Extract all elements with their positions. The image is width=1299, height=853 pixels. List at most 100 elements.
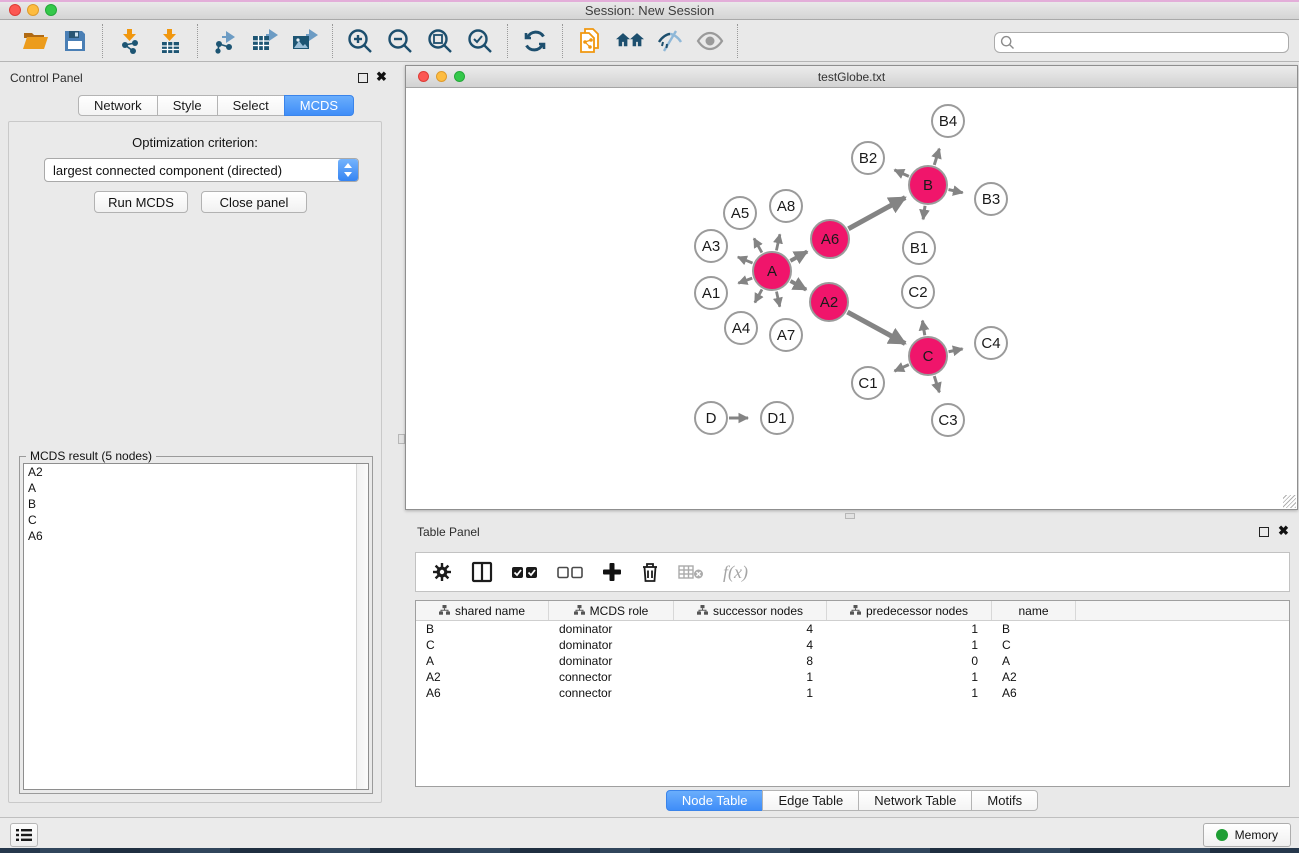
node-C2[interactable]: C2: [902, 276, 934, 308]
node-C3[interactable]: C3: [932, 404, 964, 436]
edge-B-B1[interactable]: [923, 206, 925, 220]
edge-C-C4[interactable]: [949, 349, 963, 352]
tab-node-table[interactable]: Node Table: [666, 790, 764, 811]
import-network-icon[interactable]: [116, 27, 144, 55]
apply-layout-icon[interactable]: [521, 27, 549, 55]
tab-network-table[interactable]: Network Table: [858, 790, 972, 811]
edge-A-A6[interactable]: [790, 252, 807, 261]
zoom-in-icon[interactable]: [346, 27, 374, 55]
node-C1[interactable]: C1: [852, 367, 884, 399]
node-B2[interactable]: B2: [852, 142, 884, 174]
edge-B-B3[interactable]: [948, 190, 962, 193]
network-file-icon[interactable]: [576, 27, 604, 55]
function-builder-icon[interactable]: f(x): [723, 560, 748, 584]
run-mcds-button[interactable]: Run MCDS: [94, 191, 188, 213]
result-item[interactable]: A2: [24, 464, 368, 480]
zoom-selected-icon[interactable]: [466, 27, 494, 55]
tab-mcds[interactable]: MCDS: [284, 95, 354, 116]
result-list-scrollbar[interactable]: [356, 464, 368, 789]
zoom-out-icon[interactable]: [386, 27, 414, 55]
node-A3[interactable]: A3: [695, 230, 727, 262]
add-column-icon[interactable]: [602, 560, 622, 584]
node-B4[interactable]: B4: [932, 105, 964, 137]
edge-B-B2[interactable]: [894, 170, 908, 176]
tab-network[interactable]: Network: [78, 95, 158, 116]
edge-A-A5[interactable]: [754, 238, 762, 252]
node-A8[interactable]: A8: [770, 190, 802, 222]
open-session-icon[interactable]: [21, 27, 49, 55]
control-panel-close-icon[interactable]: ✖: [376, 72, 387, 82]
import-table-icon[interactable]: [156, 27, 184, 55]
column-header-shared-name[interactable]: shared name: [416, 601, 549, 620]
edge-A2-C[interactable]: [847, 312, 905, 343]
network-canvas[interactable]: B4B2BB3B1A5A8A6A3AA1A2A4A7C2CC4C1C3DD1: [406, 88, 1297, 509]
result-item[interactable]: A: [24, 480, 368, 496]
tab-motifs[interactable]: Motifs: [971, 790, 1038, 811]
memory-button[interactable]: Memory: [1203, 823, 1291, 847]
window-resize-grip[interactable]: [1283, 495, 1296, 508]
edge-A-A2[interactable]: [790, 281, 806, 290]
export-network-icon[interactable]: [211, 27, 239, 55]
home-icon[interactable]: [616, 27, 644, 55]
search-field[interactable]: [994, 32, 1289, 53]
node-A6[interactable]: A6: [811, 220, 849, 258]
tab-style[interactable]: Style: [157, 95, 218, 116]
node-A2[interactable]: A2: [810, 283, 848, 321]
horizontal-splitter-handle[interactable]: [845, 513, 855, 519]
edge-C-C3[interactable]: [934, 376, 939, 392]
zoom-fit-icon[interactable]: [426, 27, 454, 55]
edge-C-C2[interactable]: [922, 321, 924, 336]
edge-A6-B[interactable]: [848, 198, 905, 229]
table-row[interactable]: Bdominator41B: [416, 621, 1289, 637]
export-table-icon[interactable]: [251, 27, 279, 55]
save-session-icon[interactable]: [61, 27, 89, 55]
edge-A-A4[interactable]: [755, 289, 762, 302]
edge-A-A1[interactable]: [738, 278, 752, 283]
table-row[interactable]: Cdominator41C: [416, 637, 1289, 653]
delete-column-icon[interactable]: [641, 560, 659, 584]
search-input[interactable]: [1015, 35, 1288, 51]
node-B3[interactable]: B3: [975, 183, 1007, 215]
table-settings-gear-icon[interactable]: [432, 560, 452, 584]
node-B1[interactable]: B1: [903, 232, 935, 264]
node-A5[interactable]: A5: [724, 197, 756, 229]
hide-graphics-details-icon[interactable]: [656, 27, 684, 55]
node-A1[interactable]: A1: [695, 277, 727, 309]
table-row[interactable]: Adominator80A: [416, 653, 1289, 669]
table-panel-float-icon[interactable]: [1259, 527, 1269, 537]
node-D[interactable]: D: [695, 402, 727, 434]
deselect-all-checkboxes-icon[interactable]: [557, 560, 583, 584]
show-graphics-details-icon[interactable]: [696, 27, 724, 55]
close-panel-button[interactable]: Close panel: [201, 191, 307, 213]
column-header-MCDS-role[interactable]: MCDS role: [549, 601, 674, 620]
edge-B-B4[interactable]: [934, 149, 939, 165]
result-item[interactable]: C: [24, 512, 368, 528]
column-header-predecessor-nodes[interactable]: predecessor nodes: [827, 601, 992, 620]
vertical-splitter-handle[interactable]: [398, 434, 405, 444]
select-all-checkboxes-icon[interactable]: [512, 560, 538, 584]
table-row[interactable]: A6connector11A6: [416, 685, 1289, 701]
control-panel-float-icon[interactable]: [358, 73, 368, 83]
node-A7[interactable]: A7: [770, 319, 802, 351]
node-A[interactable]: A: [753, 252, 791, 290]
edge-C-C1[interactable]: [894, 365, 908, 371]
table-row[interactable]: A2connector11A2: [416, 669, 1289, 685]
column-header-successor-nodes[interactable]: successor nodes: [674, 601, 827, 620]
criterion-dropdown[interactable]: largest connected component (directed): [44, 158, 359, 182]
table-panel-close-icon[interactable]: ✖: [1278, 526, 1289, 536]
result-item[interactable]: A6: [24, 528, 368, 544]
export-image-icon[interactable]: [291, 27, 319, 55]
task-history-button[interactable]: [10, 823, 38, 847]
delete-table-icon[interactable]: [678, 560, 704, 584]
tab-select[interactable]: Select: [217, 95, 285, 116]
edge-A-A8[interactable]: [776, 234, 779, 250]
tab-edge-table[interactable]: Edge Table: [762, 790, 859, 811]
edge-A-A3[interactable]: [738, 257, 753, 263]
result-item[interactable]: B: [24, 496, 368, 512]
node-D1[interactable]: D1: [761, 402, 793, 434]
show-column-icon[interactable]: [471, 560, 493, 584]
node-C4[interactable]: C4: [975, 327, 1007, 359]
column-header-name[interactable]: name: [992, 601, 1076, 620]
node-B[interactable]: B: [909, 166, 947, 204]
node-C[interactable]: C: [909, 337, 947, 375]
